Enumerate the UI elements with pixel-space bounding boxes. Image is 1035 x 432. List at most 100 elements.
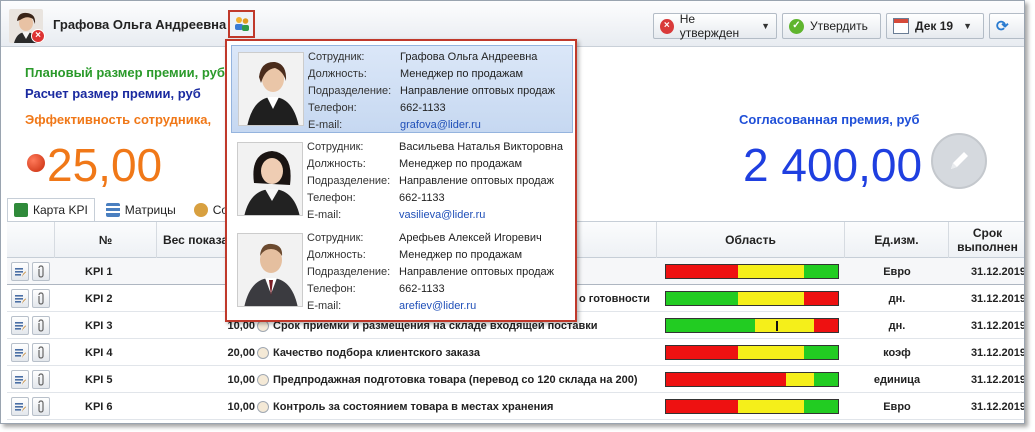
edit-row-icon[interactable] <box>11 343 29 362</box>
kpi-code: KPI 5 <box>85 373 113 386</box>
kpi-unit: Евро <box>883 400 911 413</box>
area-scale-bar <box>665 345 839 360</box>
position-label: Должность: <box>307 158 366 170</box>
employee-position: Менеджер по продажам <box>399 158 523 170</box>
status-dropdown[interactable]: × Не утвержден ▼ <box>653 12 777 40</box>
phone-label: Телефон: <box>307 283 356 295</box>
kpi-code: KPI 4 <box>85 346 113 359</box>
col-num[interactable]: № <box>55 222 157 258</box>
table-row[interactable]: KPI 5 10,00 Предпродажная подготовка тов… <box>7 366 1025 393</box>
employee-department: Направление оптовых продаж <box>399 266 555 278</box>
department-row: Подразделение: Направление оптовых прода… <box>307 173 569 190</box>
employee-department: Направление оптовых продаж <box>399 175 555 187</box>
kpi-weight: 10,00 <box>227 400 255 413</box>
check-icon: ✓ <box>789 18 804 34</box>
attachment-icon[interactable] <box>32 343 50 362</box>
kpi-type-icon <box>257 373 269 386</box>
kpi-name-cell: Качество подбора клиентского заказа <box>257 339 480 366</box>
kpi-code: KPI 1 <box>85 265 113 278</box>
name-row: Сотрудник: Васильева Наталья Викторовна <box>307 139 569 156</box>
employee-photo <box>237 233 303 307</box>
status-error-icon: × <box>31 29 45 43</box>
employee-photo <box>238 52 304 126</box>
refresh-icon: ⟳ <box>996 18 1009 35</box>
attachment-icon[interactable] <box>32 316 50 335</box>
email-label: E-mail: <box>307 300 342 312</box>
kpi-unit: единица <box>873 373 921 386</box>
department-label: Подразделение: <box>307 175 391 187</box>
employee-card[interactable]: Сотрудник: Арефьев Алексей Игоревич Долж… <box>231 227 573 315</box>
col-unit[interactable]: Ед.изм. <box>845 222 949 258</box>
position-row: Должность: Менеджер по продажам <box>307 156 569 173</box>
employee-email[interactable]: arefiev@lider.ru <box>399 298 476 315</box>
edit-row-icon[interactable] <box>11 262 29 281</box>
kpi-code: KPI 3 <box>85 319 113 332</box>
edit-row-icon[interactable] <box>11 397 29 416</box>
employee-email[interactable]: vasilieva@lider.ru <box>399 207 485 224</box>
calc-bonus-label: Расчет размер премии, руб <box>25 86 201 101</box>
kpi-deadline: 31.12.2019 <box>970 400 1025 413</box>
edit-row-icon[interactable] <box>11 316 29 335</box>
edit-row-icon[interactable] <box>11 370 29 389</box>
employee-name: Графова Ольга Андреевна <box>400 51 538 63</box>
calendar-icon <box>893 18 909 34</box>
table-row[interactable]: KPI 4 20,00 Качество подбора клиентского… <box>7 339 1024 366</box>
employee-position: Менеджер по продажам <box>400 68 524 80</box>
current-value-marker <box>776 321 778 331</box>
kpi-code: KPI 6 <box>85 400 113 413</box>
kpi-code: KPI 2 <box>85 292 113 305</box>
tab-kpi-map[interactable]: Карта KPI <box>7 198 95 222</box>
kpi-map-icon <box>14 203 28 217</box>
kpi-name: Предпродажная подготовка товара (перевод… <box>273 373 638 386</box>
employee-name: Графова Ольга Андреевна <box>53 17 227 32</box>
attachment-icon[interactable] <box>32 262 50 281</box>
tab-label: Карта KPI <box>33 203 88 217</box>
period-label: Дек 19 <box>915 19 954 33</box>
employee-department: Направление оптовых продаж <box>400 85 556 97</box>
col-deadline[interactable]: Срок выполнен <box>949 222 1024 258</box>
kpi-deadline: 31.12.2019 <box>970 319 1025 332</box>
employee-name: Васильева Наталья Викторовна <box>399 141 563 153</box>
kpi-weight: 10,00 <box>227 373 255 386</box>
kpi-unit: дн. <box>888 319 906 332</box>
attachment-icon[interactable] <box>32 370 50 389</box>
tab-bar: Карта KPI Матрицы Согл <box>7 198 246 222</box>
edit-bonus-button[interactable] <box>931 133 987 189</box>
employee-card[interactable]: Сотрудник: Васильева Наталья Викторовна … <box>231 136 573 224</box>
users-icon <box>234 17 249 31</box>
switch-employee-button[interactable] <box>228 10 255 38</box>
phone-label: Телефон: <box>308 102 357 114</box>
pencil-icon <box>951 152 968 169</box>
kpi-name: о готовности <box>579 292 650 305</box>
kpi-type-icon <box>257 400 269 413</box>
status-x-icon: × <box>660 18 674 34</box>
kpi-name: Качество подбора клиентского заказа <box>273 346 480 359</box>
refresh-button[interactable]: ⟳ <box>989 13 1024 39</box>
employee-email[interactable]: grafova@lider.ru <box>400 117 481 134</box>
edit-row-icon[interactable] <box>11 289 29 308</box>
table-row[interactable]: KPI 6 10,00 Контроль за состоянием товар… <box>7 393 1025 420</box>
tab-matrices[interactable]: Матрицы <box>99 198 183 222</box>
attachment-icon[interactable] <box>32 397 50 416</box>
area-scale-bar <box>665 264 839 279</box>
approve-button[interactable]: ✓ Утвердить <box>782 13 881 39</box>
email-row: E-mail: arefiev@lider.ru <box>307 298 569 315</box>
chevron-down-icon: ▼ <box>963 21 972 31</box>
area-scale-bar <box>665 291 839 306</box>
employee-phone: 662-1133 <box>399 283 445 295</box>
attachment-icon[interactable] <box>32 289 50 308</box>
kpi-unit: дн. <box>888 292 906 305</box>
col-area[interactable]: Область <box>657 222 845 258</box>
status-label: Не утвержден <box>679 12 740 40</box>
area-scale-bar <box>665 372 839 387</box>
employee-card[interactable]: Сотрудник: Графова Ольга Андреевна Должн… <box>231 45 573 133</box>
kpi-name-cell: Предпродажная подготовка товара (перевод… <box>257 366 638 393</box>
period-dropdown[interactable]: Дек 19 ▼ <box>886 13 984 39</box>
matrix-icon <box>105 203 120 217</box>
employee-label: Сотрудник: <box>307 141 364 153</box>
name-row: Сотрудник: Графова Ольга Андреевна <box>308 49 570 66</box>
kpi-deadline: 31.12.2019 <box>970 373 1025 386</box>
employee-photo <box>237 142 303 216</box>
department-label: Подразделение: <box>307 266 391 278</box>
phone-row: Телефон: 662-1133 <box>307 281 569 298</box>
